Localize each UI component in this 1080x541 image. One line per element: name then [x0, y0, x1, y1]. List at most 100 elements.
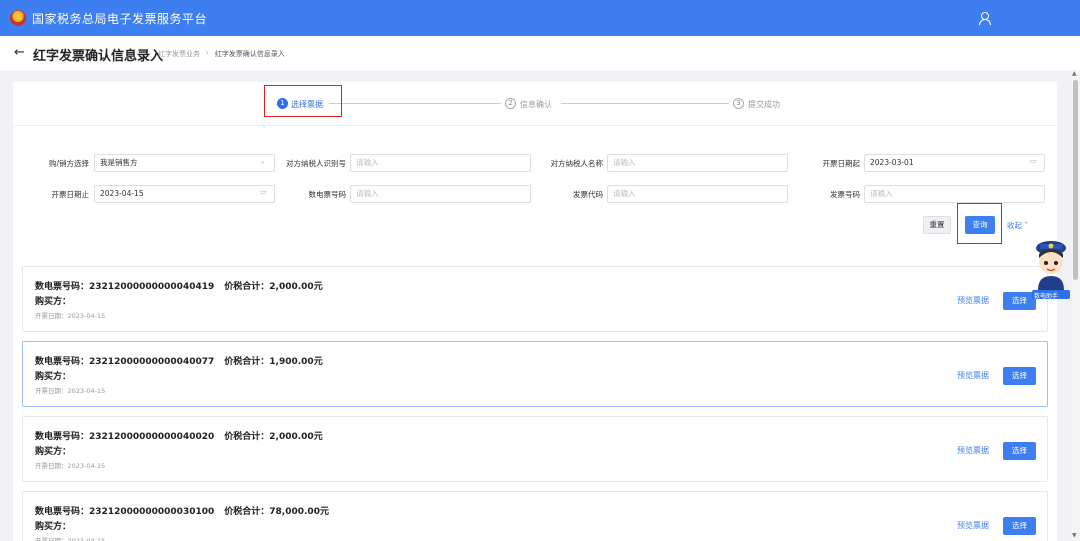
- invoice-summary: 数电票号码：23212000000000040020 价税合计：2,000.00元: [35, 429, 323, 442]
- date-label: 开票日期：: [35, 312, 68, 320]
- invoice-summary: 数电票号码：23212000000000030100 价税合计：78,000.00…: [35, 504, 329, 517]
- chevron-down-icon: ⌄: [260, 157, 266, 165]
- preview-invoice-link[interactable]: 预览票据: [957, 520, 989, 531]
- top-header: 国家税务总局电子发票服务平台: [0, 0, 1080, 36]
- invoice-number: 23212000000000030100: [89, 507, 215, 517]
- step-connector: [561, 103, 729, 104]
- date-end-label: 开票日期止: [51, 190, 90, 199]
- main-panel: 1 选择票据 2 信息确认 3 提交成功 购/销方选择 我是销售方 ⌄ 对方纳税…: [13, 82, 1057, 541]
- step-2-number: 2: [505, 98, 516, 109]
- date-end-value: 2023-04-15: [100, 189, 144, 198]
- step-3-number: 3: [733, 98, 744, 109]
- buyer-label: 购买方：: [35, 447, 72, 457]
- date-start-label: 开票日期起: [822, 159, 861, 168]
- invoice-date: 2023-04-15: [67, 387, 106, 395]
- invoice-card[interactable]: 数电票号码：23212000000000040077 价税合计：1,900.00元…: [22, 341, 1048, 407]
- invoice-total: 2,000.00元: [269, 282, 323, 292]
- invoice-date: 2023-04-15: [67, 462, 106, 470]
- role-label: 购/销方选择: [48, 159, 89, 168]
- buyer-name-input[interactable]: 请输入: [607, 154, 788, 172]
- placeholder-text: 请输入: [613, 158, 636, 167]
- total-label: 价税合计：: [224, 282, 270, 292]
- preview-invoice-link[interactable]: 预览票据: [957, 370, 989, 381]
- date-end-input[interactable]: 2023-04-15: [94, 185, 275, 203]
- placeholder-text: 请输入: [613, 189, 636, 198]
- highlight-box: [264, 85, 342, 117]
- invoice-summary: 数电票号码：23212000000000040419 价税合计：2,000.00元: [35, 279, 323, 292]
- total-label: 价税合计：: [224, 357, 270, 367]
- preview-invoice-link[interactable]: 预览票据: [957, 295, 989, 306]
- user-icon[interactable]: [976, 10, 992, 26]
- chevron-up-icon: ˄: [1024, 221, 1029, 230]
- einvoice-label: 数电票号码：: [35, 507, 90, 517]
- back-arrow-icon[interactable]: ←: [14, 45, 25, 60]
- collapse-link[interactable]: 收起 ˄: [1007, 220, 1028, 231]
- scroll-down-icon[interactable]: ▼: [1072, 532, 1077, 539]
- buyer-name-label: 对方纳税人名称: [550, 159, 604, 168]
- scroll-thumb[interactable]: [1073, 80, 1078, 280]
- einvoice-label: 数电票号码：: [35, 432, 90, 442]
- invoice-summary: 数电票号码：23212000000000040077 价税合计：1,900.00元: [35, 354, 323, 367]
- invoice-card[interactable]: 数电票号码：23212000000000040020 价税合计：2,000.00元…: [22, 416, 1048, 482]
- calendar-icon: ▭: [1030, 157, 1037, 165]
- total-label: 价税合计：: [224, 507, 270, 517]
- step-2-label: 信息确认: [520, 100, 552, 109]
- buyer-label: 购买方：: [35, 297, 72, 307]
- invoice-code-label: 发票代码: [573, 190, 603, 199]
- page-header: ← 红字发票确认信息录入 红字发票业务 › 红字发票确认信息录入: [0, 36, 1080, 70]
- highlight-box: [957, 203, 1002, 244]
- einvoice-no-label: 数电票号码: [308, 190, 347, 199]
- breadcrumb: 红字发票业务 › 红字发票确认信息录入: [158, 49, 285, 59]
- einvoice-no-input[interactable]: 请输入: [350, 185, 531, 203]
- invoice-total: 78,000.00元: [269, 507, 329, 517]
- assistant-mascot[interactable]: 数电助手: [1030, 238, 1072, 302]
- role-select-value: 我是销售方: [100, 158, 138, 167]
- invoice-date: 2023-04-15: [67, 537, 106, 541]
- invoice-number: 23212000000000040419: [89, 282, 215, 292]
- reset-button[interactable]: 重置: [923, 216, 951, 234]
- step-connector: [329, 103, 501, 104]
- invoice-code-input[interactable]: 请输入: [607, 185, 788, 203]
- invoice-date-line: 开票日期：2023-04-15: [35, 385, 105, 395]
- placeholder-text: 请输入: [356, 158, 379, 167]
- step-indicator: 1 选择票据 2 信息确认 3 提交成功: [13, 82, 1057, 126]
- invoice-number: 23212000000000040077: [89, 357, 215, 367]
- invoice-date-line: 开票日期：2023-04-15: [35, 310, 105, 320]
- mascot-caption: 数电助手: [1034, 293, 1059, 300]
- buyer-tax-id-label: 对方纳税人识别号: [286, 159, 346, 168]
- select-button[interactable]: 选择: [1003, 442, 1036, 460]
- collapse-label: 收起: [1007, 221, 1022, 230]
- einvoice-label: 数电票号码：: [35, 357, 90, 367]
- page-title: 红字发票确认信息录入: [33, 49, 164, 64]
- invoice-card[interactable]: 数电票号码：23212000000000040419 价税合计：2,000.00元…: [22, 266, 1048, 332]
- invoice-card[interactable]: 数电票号码：23212000000000030100 价税合计：78,000.00…: [22, 491, 1048, 541]
- date-start-input[interactable]: 2023-03-01: [864, 154, 1045, 172]
- date-label: 开票日期：: [35, 537, 68, 541]
- invoice-no-label: 发票号码: [830, 190, 860, 199]
- scrollbar[interactable]: ▲ ▼: [1071, 70, 1080, 541]
- date-label: 开票日期：: [35, 462, 68, 470]
- invoice-total: 2,000.00元: [269, 432, 323, 442]
- step-3-label: 提交成功: [748, 100, 780, 109]
- select-button[interactable]: 选择: [1003, 367, 1036, 385]
- preview-invoice-link[interactable]: 预览票据: [957, 445, 989, 456]
- role-select[interactable]: 我是销售方: [94, 154, 275, 172]
- tax-emblem-logo: [10, 10, 26, 26]
- select-button[interactable]: 选择: [1003, 517, 1036, 535]
- total-label: 价税合计：: [224, 432, 270, 442]
- placeholder-text: 请输入: [870, 189, 893, 198]
- buyer-tax-id-input[interactable]: 请输入: [350, 154, 531, 172]
- invoice-number: 23212000000000040020: [89, 432, 215, 442]
- date-label: 开票日期：: [35, 387, 68, 395]
- scroll-up-icon[interactable]: ▲: [1072, 70, 1077, 77]
- breadcrumb-separator-icon: ›: [206, 49, 209, 57]
- invoice-date: 2023-04-15: [67, 312, 106, 320]
- breadcrumb-item-current: 红字发票确认信息录入: [214, 50, 285, 58]
- einvoice-label: 数电票号码：: [35, 282, 90, 292]
- invoice-no-input[interactable]: 请输入: [864, 185, 1045, 203]
- placeholder-text: 请输入: [356, 189, 379, 198]
- app-title: 国家税务总局电子发票服务平台: [32, 12, 208, 26]
- buyer-label: 购买方：: [35, 372, 72, 382]
- breadcrumb-item[interactable]: 红字发票业务: [158, 49, 200, 59]
- buyer-label: 购买方：: [35, 522, 72, 532]
